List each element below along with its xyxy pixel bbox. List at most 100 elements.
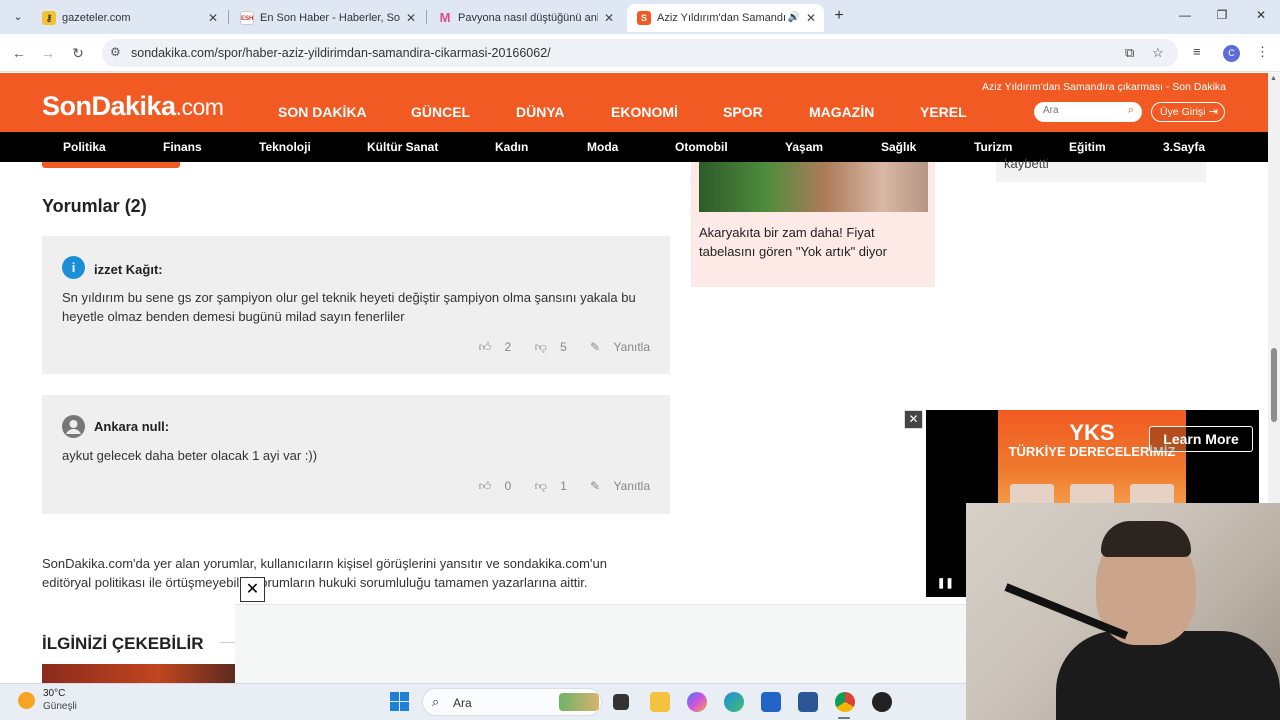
subnav-yasam[interactable]: Yaşam [785, 140, 823, 154]
recorder-icon[interactable] [872, 692, 892, 712]
scroll-up-arrow-icon[interactable]: ▲ [1270, 75, 1277, 82]
site-search-input[interactable] [1043, 105, 1123, 116]
learn-more-button[interactable]: Learn More [1149, 426, 1253, 452]
browser-tab-active[interactable]: S Aziz Yıldırım'dan Samandıra 🔊 ✕ [627, 4, 824, 32]
install-app-icon[interactable]: ⧉ [1125, 45, 1134, 61]
thumbs-down-icon: 👎︎ [534, 479, 547, 493]
nav-yerel[interactable]: YEREL [920, 104, 967, 120]
browser-tab-1[interactable]: ESH En Son Haber - Haberler, Son D ✕ [230, 4, 424, 32]
subnav-finans[interactable]: Finans [163, 140, 202, 154]
weather-condition[interactable]: Güneşli [43, 701, 77, 712]
subnav-kadin[interactable]: Kadın [495, 140, 528, 154]
nav-magazin[interactable]: MAGAZİN [809, 104, 874, 120]
subnav-kultur-sanat[interactable]: Kültür Sanat [367, 140, 438, 154]
sidebar-box[interactable]: kaybetti [996, 156, 1206, 182]
reply-label: Yanıtla [613, 479, 650, 493]
menu-kebab-icon[interactable]: ⋮ [1256, 44, 1269, 60]
bookmark-star-icon[interactable]: ☆ [1152, 45, 1164, 61]
tab-search-button[interactable]: ⌄ [8, 7, 28, 27]
like-button[interactable]: 👍︎ 2 [469, 340, 512, 354]
copilot-icon[interactable] [687, 692, 707, 712]
like-button[interactable]: 👍︎ 0 [469, 479, 512, 493]
windows-start-icon[interactable] [390, 692, 409, 711]
site-search[interactable]: ⌕ [1034, 102, 1142, 122]
news-headline: Akaryakıta bir zam daha! Fiyat tabelasın… [699, 225, 887, 259]
speaker-icon[interactable]: 🔊 [788, 4, 800, 32]
login-icon: ⇥ [1208, 106, 1218, 118]
dislike-button[interactable]: 👎︎ 1 [525, 479, 567, 493]
tab-title: Pavyona nasıl düştüğünü anlata [458, 12, 598, 24]
taskbar-search[interactable]: ⌕ Ara [422, 688, 602, 716]
sun-icon[interactable] [18, 692, 35, 709]
url-text: sondakika.com/spor/haber-aziz-yildirimda… [131, 46, 551, 60]
media-control-icon[interactable]: ≡ [1193, 44, 1201, 59]
site-logo[interactable]: SonDakika.com [42, 91, 224, 122]
related-news-thumbnail[interactable] [42, 664, 236, 684]
profile-avatar[interactable]: C [1223, 45, 1240, 62]
browser-toolbar: ← → ↻ ⚙ sondakika.com/spor/haber-aziz-yi… [0, 34, 1280, 72]
subnav-teknoloji[interactable]: Teknoloji [259, 140, 311, 154]
minimize-icon[interactable]: — [1175, 8, 1195, 22]
window-close-icon[interactable]: ✕ [1251, 8, 1271, 22]
bottom-ad-close-button[interactable]: ✕ [240, 577, 265, 602]
key-icon: ⚷ [42, 11, 56, 25]
browser-tab-2[interactable]: M Pavyona nasıl düştüğünü anlata ✕ [428, 4, 622, 32]
dislike-button[interactable]: 👎︎ 5 [525, 340, 567, 354]
category-subnav: Politika Finans Teknoloji Kültür Sanat K… [0, 132, 1268, 162]
login-button[interactable]: Üye Girişi ⇥ [1151, 102, 1225, 122]
login-label: Üye Girişi [1160, 106, 1206, 118]
weather-temperature[interactable]: 30°C [43, 688, 65, 699]
reply-button[interactable]: ✎ Yanıtla [580, 479, 650, 493]
nav-son-dakika[interactable]: SON DAKİKA [278, 104, 367, 120]
dislike-count: 5 [560, 340, 567, 354]
new-tab-button[interactable]: + [830, 6, 848, 26]
sidebar-news-card[interactable]: Akaryakıta bir zam daha! Fiyat tabelasın… [691, 162, 935, 287]
comment-actions: 👍︎ 2 👎︎ 5 ✎ Yanıtla [459, 340, 650, 355]
pencil-icon: ✎ [590, 479, 601, 493]
reload-icon[interactable]: ↻ [69, 44, 87, 62]
subnav-politika[interactable]: Politika [63, 140, 106, 154]
subnav-egitim[interactable]: Eğitim [1069, 140, 1106, 154]
subnav-otomobil[interactable]: Otomobil [675, 140, 728, 154]
edge-icon[interactable] [724, 692, 744, 712]
comment-card: Ankara null: aykut gelecek daha beter ol… [42, 395, 670, 514]
site-info-icon[interactable]: ⚙ [110, 45, 121, 59]
comments-title: Yorumlar (2) [42, 196, 147, 216]
bottom-ad-banner[interactable] [235, 604, 966, 684]
comment-actions: 👍︎ 0 👎︎ 1 ✎ Yanıtla [459, 479, 650, 494]
nav-spor[interactable]: SPOR [723, 104, 763, 120]
close-icon[interactable]: ✕ [806, 4, 816, 32]
word-icon[interactable] [798, 692, 818, 712]
reply-button[interactable]: ✎ Yanıtla [580, 340, 650, 354]
address-bar[interactable]: ⚙ sondakika.com/spor/haber-aziz-yildirim… [102, 39, 1178, 67]
close-icon[interactable]: ✕ [406, 4, 416, 32]
back-icon[interactable]: ← [10, 44, 28, 62]
close-icon[interactable]: ✕ [604, 4, 614, 32]
esh-favicon-icon: ESH [240, 11, 254, 25]
close-icon[interactable]: ✕ [208, 4, 218, 32]
m-favicon-icon: M [439, 10, 451, 25]
nav-ekonomi[interactable]: EKONOMİ [611, 104, 678, 120]
dislike-count: 1 [560, 479, 567, 493]
browser-tab-0[interactable]: ⚷ gazeteler.com ✕ [32, 4, 226, 32]
subnav-moda[interactable]: Moda [587, 140, 618, 154]
subnav-saglik[interactable]: Sağlık [881, 140, 916, 154]
task-view-icon[interactable] [613, 694, 629, 710]
subnav-3-sayfa[interactable]: 3.Sayfa [1163, 140, 1205, 154]
ad-close-button[interactable]: ✕ [904, 410, 923, 429]
forward-icon[interactable]: → [39, 44, 57, 62]
file-explorer-icon[interactable] [650, 692, 670, 712]
store-icon[interactable] [761, 692, 781, 712]
orange-button-edge[interactable] [42, 162, 180, 168]
scrollbar-thumb[interactable] [1271, 348, 1277, 422]
comment-body: Sn yıldırım bu sene gs zor şampiyon olur… [62, 290, 636, 324]
search-icon[interactable]: ⌕ [1128, 104, 1134, 117]
subnav-turizm[interactable]: Turizm [974, 140, 1012, 154]
restore-icon[interactable]: ❐ [1212, 8, 1232, 22]
header-strapline: Aziz Yıldırım'dan Samandıra çıkarması - … [982, 81, 1226, 93]
nav-guncel[interactable]: GÜNCEL [411, 104, 470, 120]
thumbs-down-icon: 👎︎ [534, 340, 547, 354]
pause-icon[interactable]: ❚❚ [937, 578, 954, 589]
nav-dunya[interactable]: DÜNYA [516, 104, 565, 120]
chrome-icon[interactable] [835, 692, 855, 712]
